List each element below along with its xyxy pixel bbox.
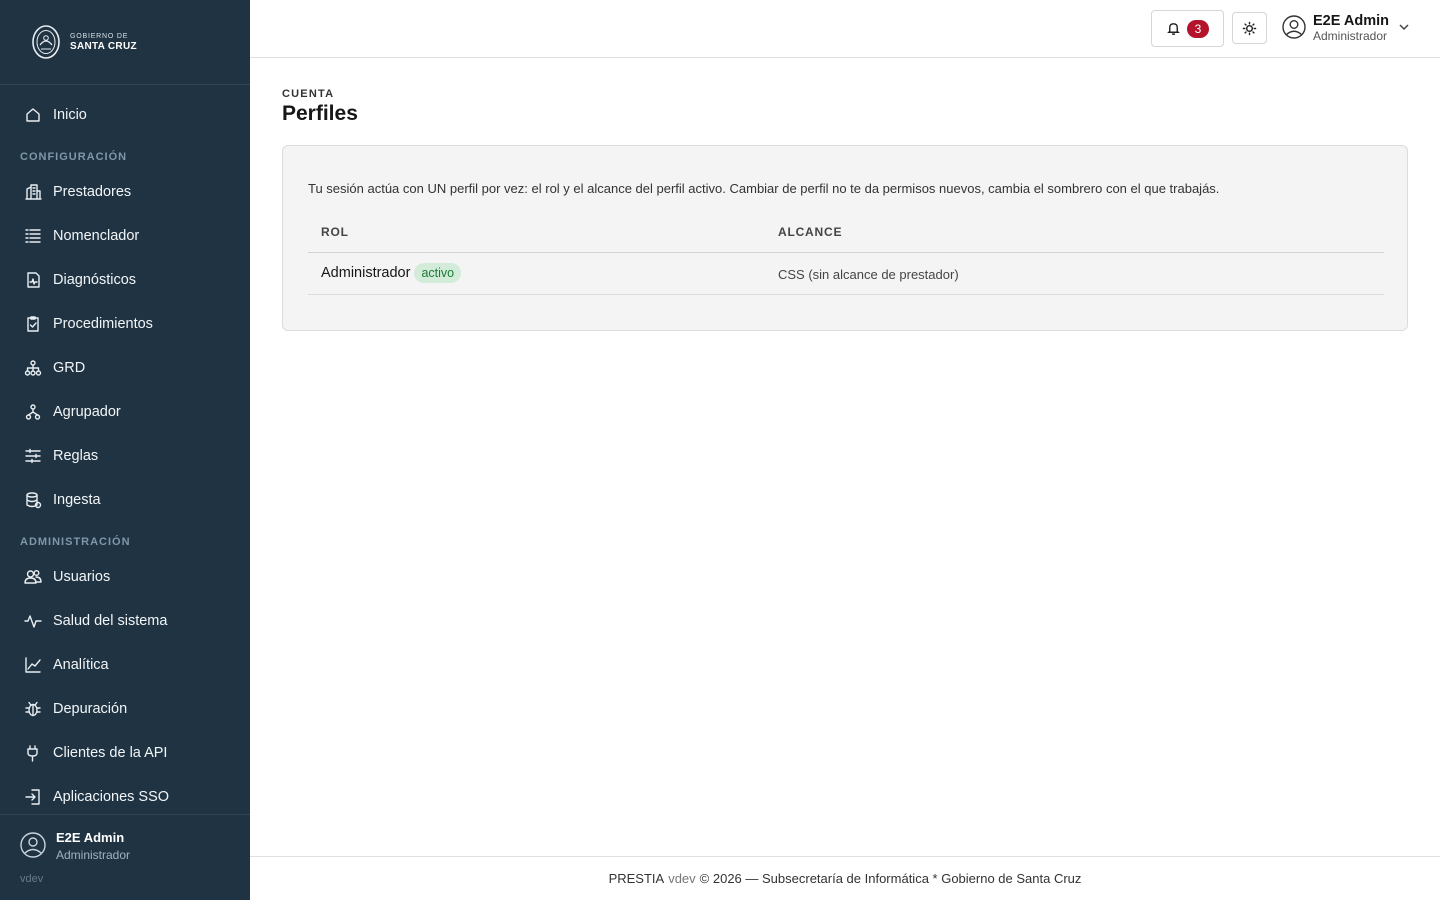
sidebar-item-reglas[interactable]: Reglas: [0, 434, 250, 478]
brand-logo[interactable]: GOBIERNO DE SANTA CRUZ: [0, 0, 250, 85]
sidebar-item-label: GRD: [53, 360, 86, 376]
table-row[interactable]: Administrador activo CSS (sin alcance de…: [308, 253, 1384, 295]
sidebar-item-label: Salud del sistema: [53, 613, 168, 629]
hierarchy-icon: [24, 359, 42, 377]
header-user-name: E2E Admin: [1313, 13, 1390, 30]
list-icon: [24, 227, 42, 245]
sidebar-item-prestadores[interactable]: Prestadores: [0, 170, 250, 214]
sidebar-item-label: Nomenclador: [53, 228, 140, 244]
sidebar-item-grd[interactable]: GRD: [0, 346, 250, 390]
sidebar-item-nomenclador[interactable]: Nomenclador: [0, 214, 250, 258]
bell-icon: [1167, 23, 1180, 35]
sidebar-item-label: Prestadores: [53, 184, 132, 200]
sidebar-item-label: Agrupador: [53, 404, 121, 420]
sidebar-user-name: E2E Admin: [56, 830, 125, 845]
activity-icon: [24, 612, 42, 630]
sidebar-item-analitica[interactable]: Analítica: [0, 643, 250, 687]
page-title: Perfiles: [282, 102, 358, 125]
profiles-card: Tu sesión actúa con UN perfil por vez: e…: [282, 145, 1408, 331]
sidebar-item-depuracion[interactable]: Depuración: [0, 687, 250, 731]
sidebar: GOBIERNO DE SANTA CRUZ Inicio CONFIGURAC…: [0, 0, 250, 900]
profile-role: Administrador: [321, 265, 411, 281]
sidebar-item-diagnosticos[interactable]: Diagnósticos: [0, 258, 250, 302]
sidebar-item-clientes-api[interactable]: Clientes de la API: [0, 731, 250, 775]
user-avatar-icon: [1282, 14, 1306, 44]
sidebar-item-salud-del-sistema[interactable]: Salud del sistema: [0, 599, 250, 643]
sidebar-version: vdev: [20, 873, 44, 885]
chevron-down-icon: [1398, 20, 1410, 38]
database-icon: [24, 491, 42, 509]
santa-cruz-seal-icon: [32, 25, 60, 59]
active-badge: activo: [414, 263, 462, 283]
sidebar-section-administracion: ADMINISTRACIÓN: [20, 536, 131, 548]
sidebar-item-label: Inicio: [53, 107, 87, 123]
medical-record-icon: [24, 271, 42, 289]
sidebar-user-role: Administrador: [56, 848, 131, 862]
sidebar-item-label: Usuarios: [53, 569, 111, 585]
sidebar-item-label: Procedimientos: [53, 316, 153, 332]
top-header: 3 E2E Admin Administrador: [250, 0, 1440, 58]
user-avatar-icon: [20, 832, 46, 858]
login-icon: [24, 788, 42, 806]
tree-icon: [24, 403, 42, 421]
sidebar-item-label: Analítica: [53, 657, 109, 673]
page-eyebrow: CUENTA: [282, 88, 335, 100]
sidebar-item-ingesta[interactable]: Ingesta: [0, 478, 250, 522]
footer-app-name: PRESTIA: [608, 871, 665, 886]
sidebar-item-agrupador[interactable]: Agrupador: [0, 390, 250, 434]
brand-line-1: GOBIERNO DE: [70, 32, 129, 40]
column-header-rol: ROL: [321, 225, 349, 239]
sidebar-item-label: Ingesta: [53, 492, 101, 508]
bug-icon: [24, 700, 42, 718]
notifications-button[interactable]: 3: [1151, 10, 1224, 47]
home-icon: [24, 106, 42, 124]
footer-version: vdev: [668, 871, 696, 886]
sidebar-item-aplicaciones-sso[interactable]: Aplicaciones SSO: [0, 775, 250, 819]
user-menu-dropdown[interactable]: E2E Admin Administrador: [1282, 12, 1410, 46]
sidebar-item-inicio[interactable]: Inicio: [0, 93, 250, 137]
sidebar-item-label: Aplicaciones SSO: [53, 789, 170, 805]
sidebar-item-label: Reglas: [53, 448, 99, 464]
users-icon: [24, 568, 42, 586]
notification-count-badge: 3: [1187, 19, 1209, 38]
building-icon: [24, 183, 42, 201]
sliders-icon: [24, 447, 42, 465]
page-footer: PRESTIA vdev © 2026 — Subsecretaría de I…: [250, 856, 1440, 900]
column-header-alcance: ALCANCE: [778, 225, 843, 239]
sidebar-section-configuracion: CONFIGURACIÓN: [20, 151, 128, 163]
sun-icon: [1242, 21, 1257, 35]
footer-copyright: © 2026 — Subsecretaría de Informática * …: [699, 871, 1082, 886]
clipboard-check-icon: [24, 315, 42, 333]
brand-line-2: SANTA CRUZ: [70, 40, 137, 52]
sidebar-item-label: Diagnósticos: [53, 272, 137, 288]
plug-icon: [24, 744, 42, 762]
header-user-role: Administrador: [1313, 29, 1388, 44]
sidebar-item-label: Clientes de la API: [53, 745, 168, 761]
profiles-intro-text: Tu sesión actúa con UN perfil por vez: e…: [308, 181, 1220, 196]
sidebar-item-label: Depuración: [53, 701, 128, 717]
chart-line-icon: [24, 656, 42, 674]
theme-toggle-button[interactable]: [1232, 12, 1267, 44]
profile-scope: CSS (sin alcance de prestador): [778, 267, 959, 282]
sidebar-item-usuarios[interactable]: Usuarios: [0, 555, 250, 599]
sidebar-item-procedimientos[interactable]: Procedimientos: [0, 302, 250, 346]
profiles-table-header: ROL ALCANCE: [308, 218, 1384, 253]
sidebar-user-panel[interactable]: E2E Admin Administrador vdev: [0, 814, 250, 900]
